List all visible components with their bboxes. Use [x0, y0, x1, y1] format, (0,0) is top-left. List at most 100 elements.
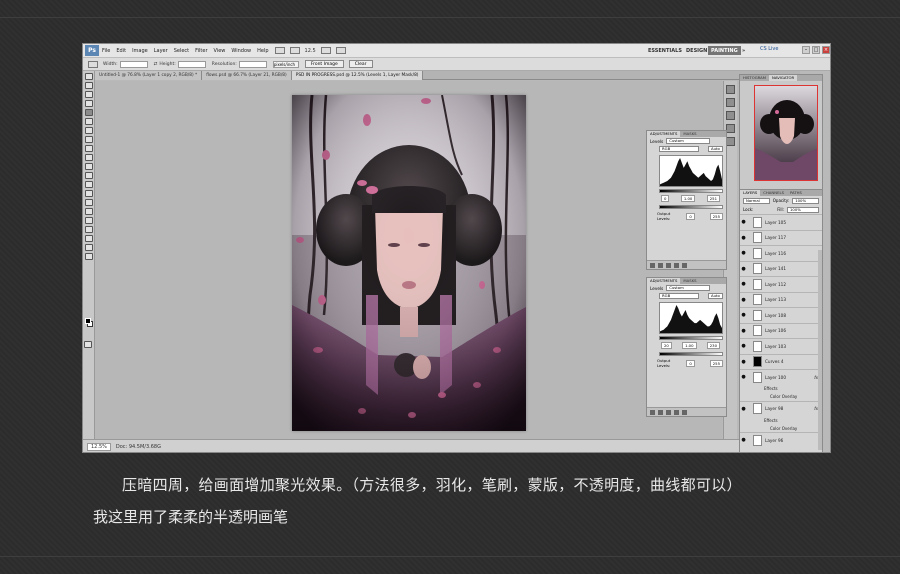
menu-layer[interactable]: Layer — [154, 48, 168, 54]
visibility-icon[interactable] — [666, 262, 671, 268]
levels-preset-select-2[interactable]: Custom — [666, 285, 711, 291]
screen-mode-button[interactable] — [335, 47, 346, 54]
visibility-eye-icon[interactable]: ● — [740, 281, 747, 287]
auto-button[interactable]: Auto — [708, 146, 723, 152]
opacity-field[interactable]: 100% — [792, 197, 819, 204]
output-black-field-2[interactable]: 0 — [686, 359, 695, 367]
menu-select[interactable]: Select — [174, 48, 189, 54]
resolution-units-select[interactable]: pixels/inch — [272, 60, 299, 68]
shape-tool-icon[interactable] — [84, 226, 93, 233]
levels-preset-select[interactable]: Custom — [666, 138, 711, 144]
reset-icon-2[interactable] — [674, 409, 679, 415]
layer-row[interactable]: ● Layer 96 — [740, 432, 822, 448]
crop-tool-icon[interactable] — [84, 109, 93, 116]
output-white-field[interactable]: 255 — [709, 212, 723, 220]
eyedropper-tool-icon[interactable] — [84, 118, 93, 125]
tab-layers[interactable]: LAYERS — [740, 190, 761, 196]
layer-row[interactable]: ● Layer 117 — [740, 229, 822, 246]
layer-row[interactable]: ● Layer 103 — [740, 338, 822, 354]
pen-tool-icon[interactable] — [84, 199, 93, 206]
tab-untitled-1[interactable]: Untitled-1 @ 76.8% (Layer 1 copy 2, RGB/… — [95, 71, 203, 80]
history-icon[interactable] — [726, 85, 735, 94]
layer-row[interactable]: ● Layer 112 — [740, 276, 822, 292]
tab-histogram[interactable]: HISTOGRAM — [740, 75, 769, 81]
visibility-eye-icon[interactable]: ● — [740, 437, 747, 443]
menu-file[interactable]: File — [102, 48, 110, 54]
status-zoom-field[interactable]: 12.5% — [87, 442, 111, 451]
tab-navigator[interactable]: NAVIGATOR — [769, 75, 798, 81]
hand-tool-icon[interactable] — [84, 244, 93, 251]
quick-mask-icon[interactable] — [84, 341, 92, 348]
back-icon-2[interactable] — [650, 409, 655, 415]
menu-window[interactable]: Window — [231, 48, 251, 54]
input-white-field[interactable]: 251 — [706, 195, 720, 202]
workspace-design[interactable]: DESIGN — [683, 46, 710, 55]
tab-adjustments-2[interactable]: ADJUSTMENTS — [647, 278, 681, 284]
layer-row[interactable]: ● Layer 106 — [740, 322, 822, 339]
zoom-tool-icon[interactable] — [84, 253, 93, 260]
layer-row[interactable]: ● Layer 113 — [740, 291, 822, 308]
menu-filter[interactable]: Filter — [195, 48, 207, 54]
minimize-icon[interactable]: – — [802, 46, 810, 54]
channel-select-2[interactable]: RGB — [659, 293, 699, 299]
auto-button-2[interactable]: Auto — [708, 293, 723, 299]
visibility-eye-icon[interactable]: ● — [740, 328, 747, 334]
clip-icon[interactable] — [658, 262, 663, 268]
visibility-eye-icon[interactable]: ● — [740, 359, 747, 365]
visibility-eye-icon[interactable]: ● — [740, 219, 747, 225]
input-white-field-2[interactable]: 230 — [706, 342, 720, 349]
layer-row[interactable]: ● Layer 141 — [740, 260, 822, 277]
menu-edit[interactable]: Edit — [116, 48, 126, 54]
back-icon[interactable] — [650, 262, 655, 268]
trash-icon-2[interactable] — [682, 409, 687, 415]
3d-rotate-tool-icon[interactable] — [84, 235, 93, 242]
type-tool-icon[interactable] — [84, 208, 93, 215]
layer-row[interactable]: ● Curves 4 — [740, 353, 822, 370]
gradient-tool-icon[interactable] — [84, 172, 93, 179]
status-doc-size[interactable]: Doc: 94.5M/3.68G — [116, 444, 161, 450]
tab-adjustments[interactable]: ADJUSTMENTS — [647, 131, 681, 137]
output-black-field[interactable]: 0 — [686, 212, 695, 220]
visibility-eye-icon[interactable]: ● — [740, 266, 747, 272]
foreground-color-swatch[interactable] — [85, 318, 91, 324]
input-black-field[interactable]: 0 — [661, 195, 670, 202]
swap-icon[interactable]: ⇄ — [154, 62, 158, 67]
cs-live-menu[interactable]: CS Live — [760, 46, 778, 52]
visibility-eye-icon[interactable]: ● — [740, 406, 747, 412]
input-black-field-2[interactable]: 20 — [661, 342, 672, 349]
menu-image[interactable]: Image — [132, 48, 148, 54]
clone-stamp-tool-icon[interactable] — [84, 145, 93, 152]
layer-row[interactable]: ● Layer 116 — [740, 245, 822, 261]
visibility-icon-2[interactable] — [666, 409, 671, 415]
width-input[interactable] — [119, 60, 148, 68]
navigator-thumbnail[interactable] — [754, 85, 818, 181]
tool-presets-icon[interactable] — [726, 137, 735, 146]
channel-select[interactable]: RGB — [659, 146, 699, 152]
visibility-eye-icon[interactable]: ● — [740, 374, 747, 380]
tab-flows[interactable]: flows.psd @ 66.7% (Layer 21, RGB/8) — [202, 71, 292, 80]
dodge-tool-icon[interactable] — [84, 190, 93, 197]
menu-help[interactable]: Help — [257, 48, 268, 54]
layer-row[interactable]: ● Layer 105 — [740, 214, 822, 230]
close-icon[interactable]: × — [822, 46, 830, 54]
tab-masks[interactable]: MASKS — [680, 131, 699, 137]
zoom-level-menu[interactable]: 12.5 — [305, 48, 316, 54]
front-image-button[interactable]: Front Image — [304, 60, 344, 68]
visibility-eye-icon[interactable]: ● — [740, 312, 747, 318]
layers-scrollbar[interactable] — [818, 250, 822, 450]
layer-row[interactable]: ● Layer 100 fx — [740, 369, 822, 385]
blend-mode-select[interactable]: Normal — [743, 197, 770, 204]
layer-row[interactable]: ● Layer 98 fx — [740, 400, 822, 417]
layer-row[interactable]: ● Layer 108 — [740, 307, 822, 323]
eraser-tool-icon[interactable] — [84, 163, 93, 170]
actions-icon[interactable] — [726, 98, 735, 107]
blur-tool-icon[interactable] — [84, 181, 93, 188]
output-white-field-2[interactable]: 255 — [709, 359, 723, 367]
workspace-painting[interactable]: PAINTING — [708, 46, 741, 55]
arrange-documents-button[interactable] — [320, 47, 331, 54]
move-tool-icon[interactable] — [84, 73, 93, 80]
tab-masks-2[interactable]: MASKS — [680, 278, 699, 284]
path-selection-tool-icon[interactable] — [84, 217, 93, 224]
gamma-field[interactable]: 1.00 — [680, 195, 696, 202]
crop-tool-preset-icon[interactable] — [88, 60, 98, 68]
